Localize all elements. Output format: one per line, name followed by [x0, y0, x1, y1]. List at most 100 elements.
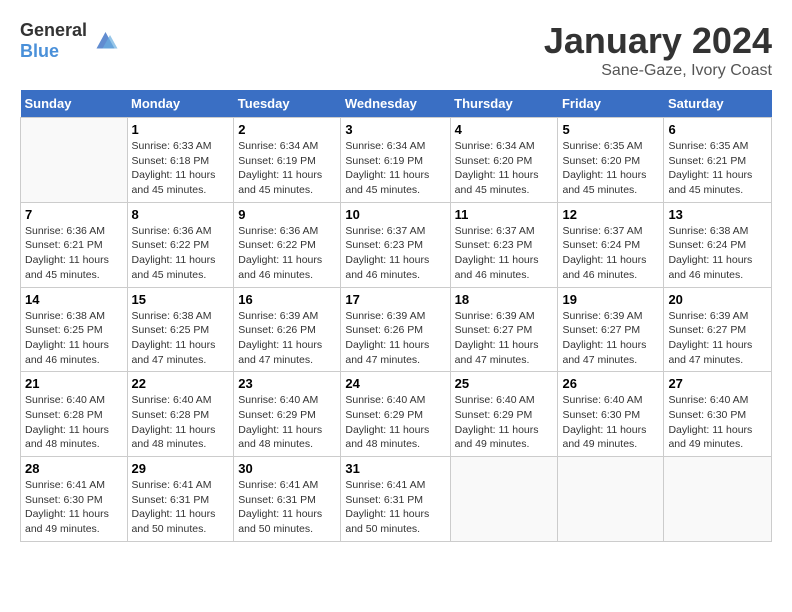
day-number: 29	[132, 461, 230, 476]
day-info: Sunrise: 6:33 AMSunset: 6:18 PMDaylight:…	[132, 139, 230, 198]
location-subtitle: Sane-Gaze, Ivory Coast	[544, 62, 772, 80]
calendar-cell: 14 Sunrise: 6:38 AMSunset: 6:25 PMDayligh…	[21, 287, 128, 372]
day-number: 15	[132, 292, 230, 307]
day-number: 7	[25, 207, 123, 222]
calendar-cell: 1 Sunrise: 6:33 AMSunset: 6:18 PMDaylight…	[127, 118, 234, 203]
calendar-cell: 13 Sunrise: 6:38 AMSunset: 6:24 PMDayligh…	[664, 202, 772, 287]
calendar-cell: 22 Sunrise: 6:40 AMSunset: 6:28 PMDayligh…	[127, 372, 234, 457]
calendar-cell: 27 Sunrise: 6:40 AMSunset: 6:30 PMDayligh…	[664, 372, 772, 457]
week-row-3: 14 Sunrise: 6:38 AMSunset: 6:25 PMDayligh…	[21, 287, 772, 372]
calendar-cell: 29 Sunrise: 6:41 AMSunset: 6:31 PMDayligh…	[127, 457, 234, 542]
day-info: Sunrise: 6:41 AMSunset: 6:31 PMDaylight:…	[132, 478, 230, 537]
title-block: January 2024 Sane-Gaze, Ivory Coast	[544, 20, 772, 80]
week-row-2: 7 Sunrise: 6:36 AMSunset: 6:21 PMDaylight…	[21, 202, 772, 287]
day-info: Sunrise: 6:40 AMSunset: 6:29 PMDaylight:…	[455, 393, 554, 452]
calendar-cell: 30 Sunrise: 6:41 AMSunset: 6:31 PMDayligh…	[234, 457, 341, 542]
day-number: 12	[562, 207, 659, 222]
day-number: 20	[668, 292, 767, 307]
calendar-cell: 2Sunrise: 6:34 AMSunset: 6:19 PMDaylight…	[234, 118, 341, 203]
day-info: Sunrise: 6:41 AMSunset: 6:31 PMDaylight:…	[238, 478, 336, 537]
calendar-cell: 18Sunrise: 6:39 AMSunset: 6:27 PMDayligh…	[450, 287, 558, 372]
logo-general: General	[20, 20, 87, 40]
day-info: Sunrise: 6:40 AMSunset: 6:28 PMDaylight:…	[25, 393, 123, 452]
day-number: 14	[25, 292, 123, 307]
day-info: Sunrise: 6:40 AMSunset: 6:28 PMDaylight:…	[132, 393, 230, 452]
day-info: Sunrise: 6:34 AMSunset: 6:20 PMDaylight:…	[455, 139, 554, 198]
day-info: Sunrise: 6:37 AMSunset: 6:23 PMDaylight:…	[455, 224, 554, 283]
day-number: 31	[345, 461, 445, 476]
day-number: 27	[668, 376, 767, 391]
day-number: 10	[345, 207, 445, 222]
calendar-cell: 31 Sunrise: 6:41 AMSunset: 6:31 PMDayligh…	[341, 457, 450, 542]
day-info: Sunrise: 6:38 AMSunset: 6:25 PMDaylight:…	[132, 309, 230, 368]
week-row-4: 21 Sunrise: 6:40 AMSunset: 6:28 PMDayligh…	[21, 372, 772, 457]
calendar-cell: 5 Sunrise: 6:35 AMSunset: 6:20 PMDaylight…	[558, 118, 664, 203]
calendar-cell: 19 Sunrise: 6:39 AMSunset: 6:27 PMDayligh…	[558, 287, 664, 372]
day-number: 24	[345, 376, 445, 391]
day-info: Sunrise: 6:34 AMSunset: 6:19 PMDaylight:…	[345, 139, 445, 198]
calendar-cell: 7 Sunrise: 6:36 AMSunset: 6:21 PMDaylight…	[21, 202, 128, 287]
calendar-cell	[664, 457, 772, 542]
calendar-cell	[450, 457, 558, 542]
calendar-cell: 24Sunrise: 6:40 AMSunset: 6:29 PMDayligh…	[341, 372, 450, 457]
week-row-1: 1 Sunrise: 6:33 AMSunset: 6:18 PMDaylight…	[21, 118, 772, 203]
day-number: 25	[455, 376, 554, 391]
logo-text: General Blue	[20, 20, 87, 62]
day-number: 28	[25, 461, 123, 476]
logo: General Blue	[20, 20, 119, 62]
calendar-cell: 3 Sunrise: 6:34 AMSunset: 6:19 PMDaylight…	[341, 118, 450, 203]
day-number: 22	[132, 376, 230, 391]
day-info: Sunrise: 6:39 AMSunset: 6:26 PMDaylight:…	[345, 309, 445, 368]
weekday-header-friday: Friday	[558, 90, 664, 118]
day-info: Sunrise: 6:35 AMSunset: 6:21 PMDaylight:…	[668, 139, 767, 198]
calendar-cell: 9Sunrise: 6:36 AMSunset: 6:22 PMDaylight…	[234, 202, 341, 287]
logo-blue: Blue	[20, 41, 59, 61]
day-number: 13	[668, 207, 767, 222]
weekday-header-row: SundayMondayTuesdayWednesdayThursdayFrid…	[21, 90, 772, 118]
day-number: 2	[238, 122, 336, 137]
calendar-cell: 16Sunrise: 6:39 AMSunset: 6:26 PMDayligh…	[234, 287, 341, 372]
day-info: Sunrise: 6:36 AMSunset: 6:21 PMDaylight:…	[25, 224, 123, 283]
month-title: January 2024	[544, 20, 772, 62]
day-number: 26	[562, 376, 659, 391]
weekday-header-wednesday: Wednesday	[341, 90, 450, 118]
day-number: 6	[668, 122, 767, 137]
calendar-cell: 15 Sunrise: 6:38 AMSunset: 6:25 PMDayligh…	[127, 287, 234, 372]
day-number: 11	[455, 207, 554, 222]
calendar-cell: 23 Sunrise: 6:40 AMSunset: 6:29 PMDayligh…	[234, 372, 341, 457]
week-row-5: 28Sunrise: 6:41 AMSunset: 6:30 PMDayligh…	[21, 457, 772, 542]
weekday-header-thursday: Thursday	[450, 90, 558, 118]
calendar-cell: 28Sunrise: 6:41 AMSunset: 6:30 PMDayligh…	[21, 457, 128, 542]
day-info: Sunrise: 6:37 AMSunset: 6:24 PMDaylight:…	[562, 224, 659, 283]
day-number: 1	[132, 122, 230, 137]
day-number: 30	[238, 461, 336, 476]
day-number: 3	[345, 122, 445, 137]
day-info: Sunrise: 6:40 AMSunset: 6:29 PMDaylight:…	[238, 393, 336, 452]
day-number: 8	[132, 207, 230, 222]
day-number: 23	[238, 376, 336, 391]
calendar-cell: 21 Sunrise: 6:40 AMSunset: 6:28 PMDayligh…	[21, 372, 128, 457]
day-info: Sunrise: 6:41 AMSunset: 6:31 PMDaylight:…	[345, 478, 445, 537]
weekday-header-sunday: Sunday	[21, 90, 128, 118]
calendar-cell: 20Sunrise: 6:39 AMSunset: 6:27 PMDayligh…	[664, 287, 772, 372]
day-info: Sunrise: 6:38 AMSunset: 6:25 PMDaylight:…	[25, 309, 123, 368]
day-number: 18	[455, 292, 554, 307]
day-info: Sunrise: 6:40 AMSunset: 6:30 PMDaylight:…	[562, 393, 659, 452]
day-info: Sunrise: 6:37 AMSunset: 6:23 PMDaylight:…	[345, 224, 445, 283]
day-number: 19	[562, 292, 659, 307]
day-info: Sunrise: 6:40 AMSunset: 6:30 PMDaylight:…	[668, 393, 767, 452]
calendar-cell: 12 Sunrise: 6:37 AMSunset: 6:24 PMDayligh…	[558, 202, 664, 287]
day-number: 16	[238, 292, 336, 307]
calendar-cell: 6 Sunrise: 6:35 AMSunset: 6:21 PMDaylight…	[664, 118, 772, 203]
calendar-cell: 11 Sunrise: 6:37 AMSunset: 6:23 PMDayligh…	[450, 202, 558, 287]
day-number: 9	[238, 207, 336, 222]
calendar-cell: 4Sunrise: 6:34 AMSunset: 6:20 PMDaylight…	[450, 118, 558, 203]
day-number: 5	[562, 122, 659, 137]
calendar-cell: 8Sunrise: 6:36 AMSunset: 6:22 PMDaylight…	[127, 202, 234, 287]
day-number: 21	[25, 376, 123, 391]
calendar-table: SundayMondayTuesdayWednesdayThursdayFrid…	[20, 90, 772, 542]
day-info: Sunrise: 6:39 AMSunset: 6:27 PMDaylight:…	[562, 309, 659, 368]
day-info: Sunrise: 6:35 AMSunset: 6:20 PMDaylight:…	[562, 139, 659, 198]
day-info: Sunrise: 6:38 AMSunset: 6:24 PMDaylight:…	[668, 224, 767, 283]
calendar-cell: 17Sunrise: 6:39 AMSunset: 6:26 PMDayligh…	[341, 287, 450, 372]
